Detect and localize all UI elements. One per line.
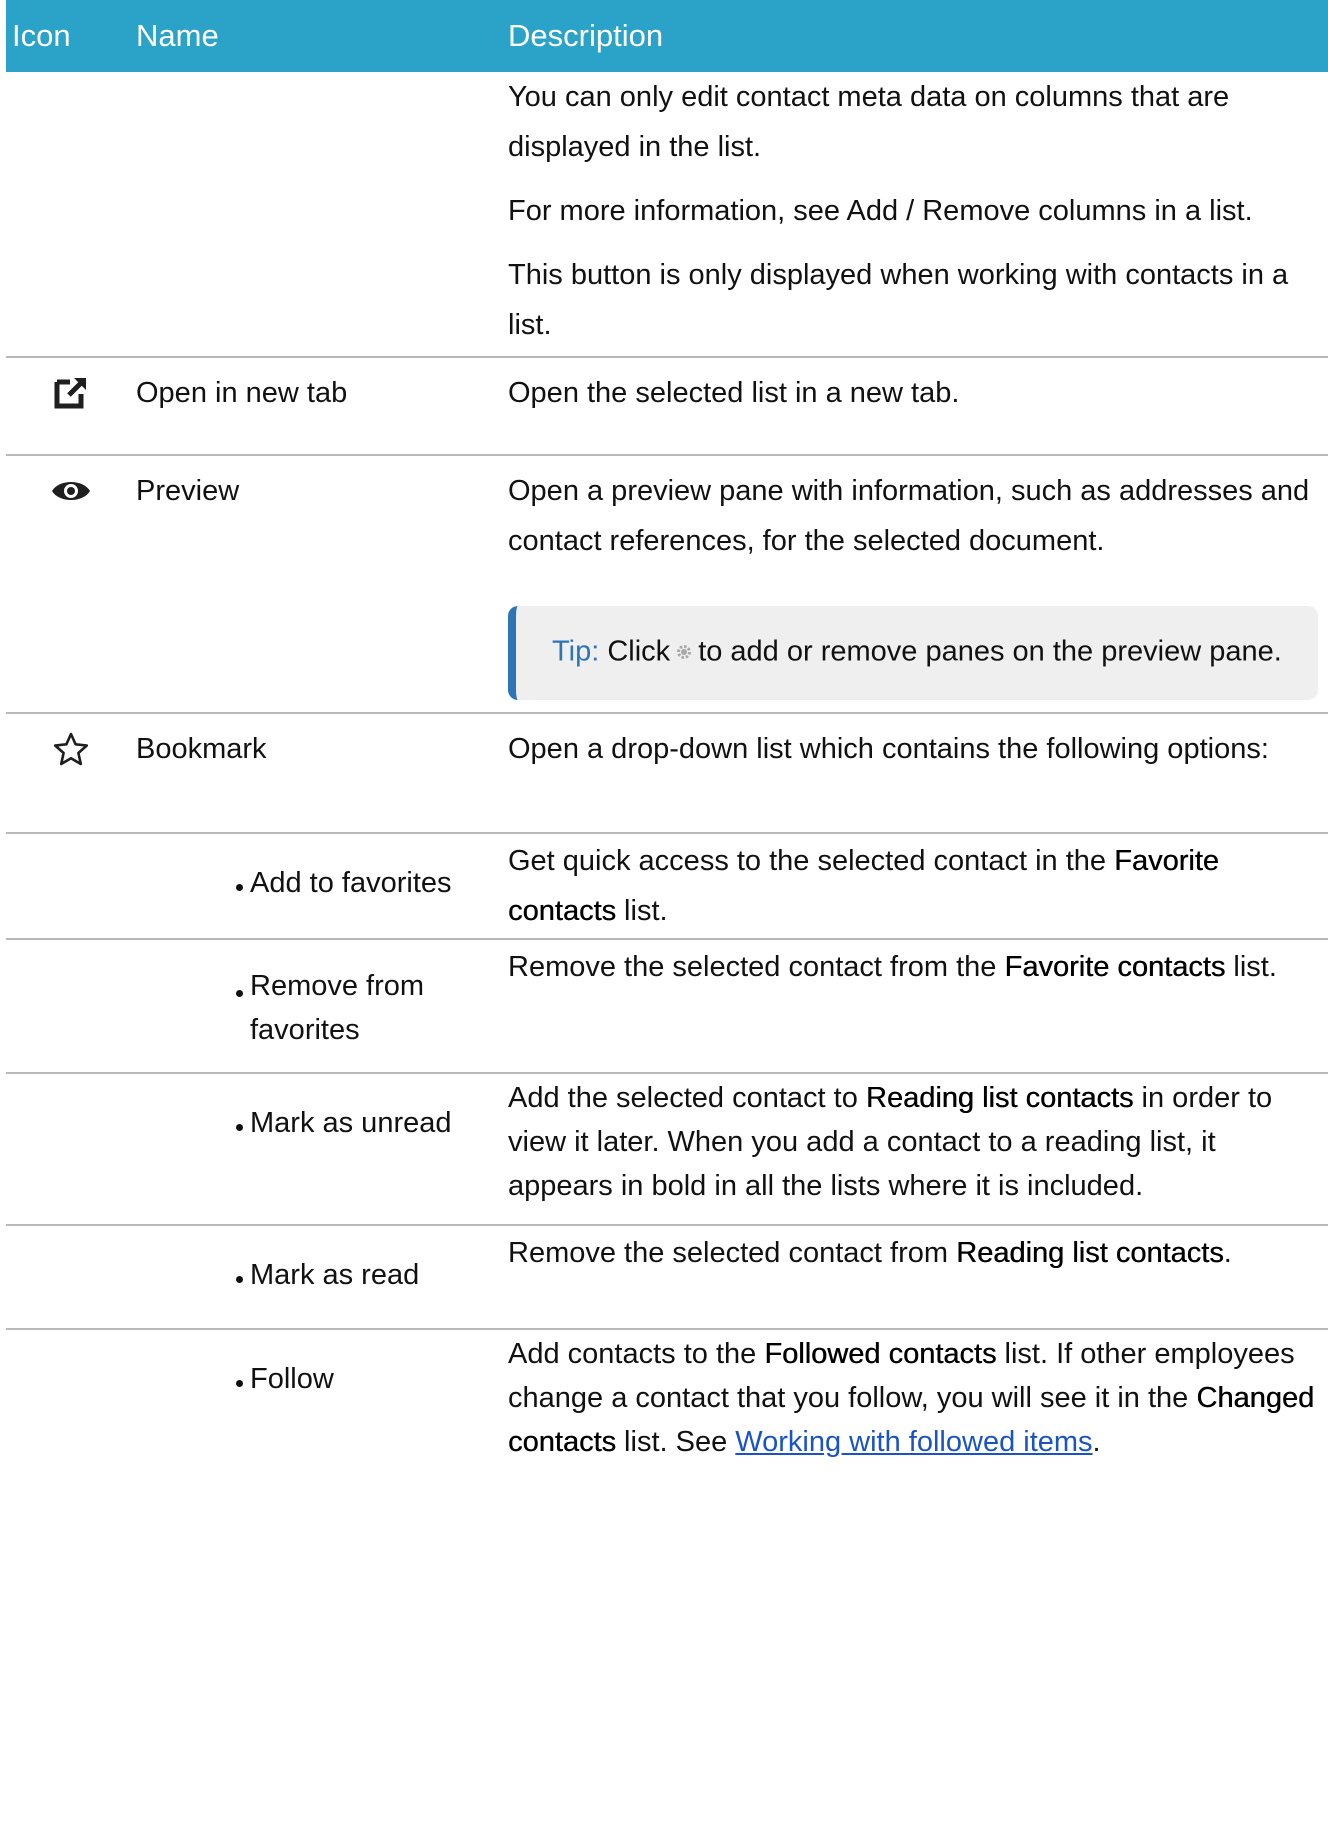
item-description: Open the selected list in a new tab. xyxy=(508,377,960,409)
option-name: Mark as unread xyxy=(250,1107,452,1139)
tip-label: Tip: xyxy=(552,635,600,668)
table-row-open-new-tab: Open in new tab Open the selected list i… xyxy=(6,358,1328,456)
table-row-bookmark: Bookmark Open a drop-down list which con… xyxy=(6,714,1328,834)
item-name: Preview xyxy=(136,475,240,507)
option-name: Follow xyxy=(250,1363,334,1395)
description-text: For more information, see Add / Remove c… xyxy=(508,195,1253,227)
table-row-edit-continued: You can only edit contact meta data on c… xyxy=(6,72,1328,358)
option-description: Add contacts to the Followed contacts li… xyxy=(508,1338,1315,1458)
table-row-follow: Follow Add contacts to the Followed cont… xyxy=(6,1330,1328,1464)
tip-box: Tip: Click to add or remove panes on the … xyxy=(508,606,1318,700)
open-new-tab-icon xyxy=(42,368,100,418)
item-description: Open a preview pane with information, su… xyxy=(508,475,1310,557)
item-description: Open a drop-down list which contains the… xyxy=(508,733,1269,765)
header-name: Name xyxy=(136,18,219,53)
table-header: Icon Name Description xyxy=(6,0,1328,72)
table-row-remove-from-favorites: Remove from favorites Remove the selecte… xyxy=(6,940,1328,1074)
star-icon xyxy=(42,724,100,774)
option-description: Remove the selected contact from Reading… xyxy=(508,1237,1232,1269)
option-description: Get quick access to the selected contact… xyxy=(508,845,1219,927)
table-row-preview: Preview Open a preview pane with informa… xyxy=(6,456,1328,714)
option-name: Add to favorites xyxy=(250,867,452,899)
option-description: Add the selected contact to Reading list… xyxy=(508,1082,1273,1202)
tip-text: Click xyxy=(607,635,671,668)
gear-icon xyxy=(676,626,692,676)
tip-text: to add or remove panes on the pre­view p… xyxy=(698,635,1282,668)
toolbar-button-table: Icon Name Description You can only edit … xyxy=(6,0,1328,1464)
option-name: Remove from favorites xyxy=(250,970,425,1046)
table-row-mark-as-unread: Mark as unread Add the selected contact … xyxy=(6,1074,1328,1226)
description-text: You can only edit contact meta data on c… xyxy=(508,81,1230,163)
working-with-followed-items-link[interactable]: Working with fol­lowed items xyxy=(735,1426,1092,1458)
table-row-add-to-favorites: Add to favorites Get quick access to the… xyxy=(6,834,1328,940)
option-name: Mark as read xyxy=(250,1259,420,1291)
header-icon: Icon xyxy=(12,18,71,53)
description-text: This button is only displayed when worki… xyxy=(508,259,1289,341)
option-description: Remove the selected contact from the Fav… xyxy=(508,951,1277,983)
header-description: Description xyxy=(508,18,664,53)
table-row-mark-as-read: Mark as read Remove the selected contact… xyxy=(6,1226,1328,1330)
item-name: Open in new tab xyxy=(136,377,348,409)
item-name: Bookmark xyxy=(136,733,267,765)
eye-icon xyxy=(42,466,100,516)
